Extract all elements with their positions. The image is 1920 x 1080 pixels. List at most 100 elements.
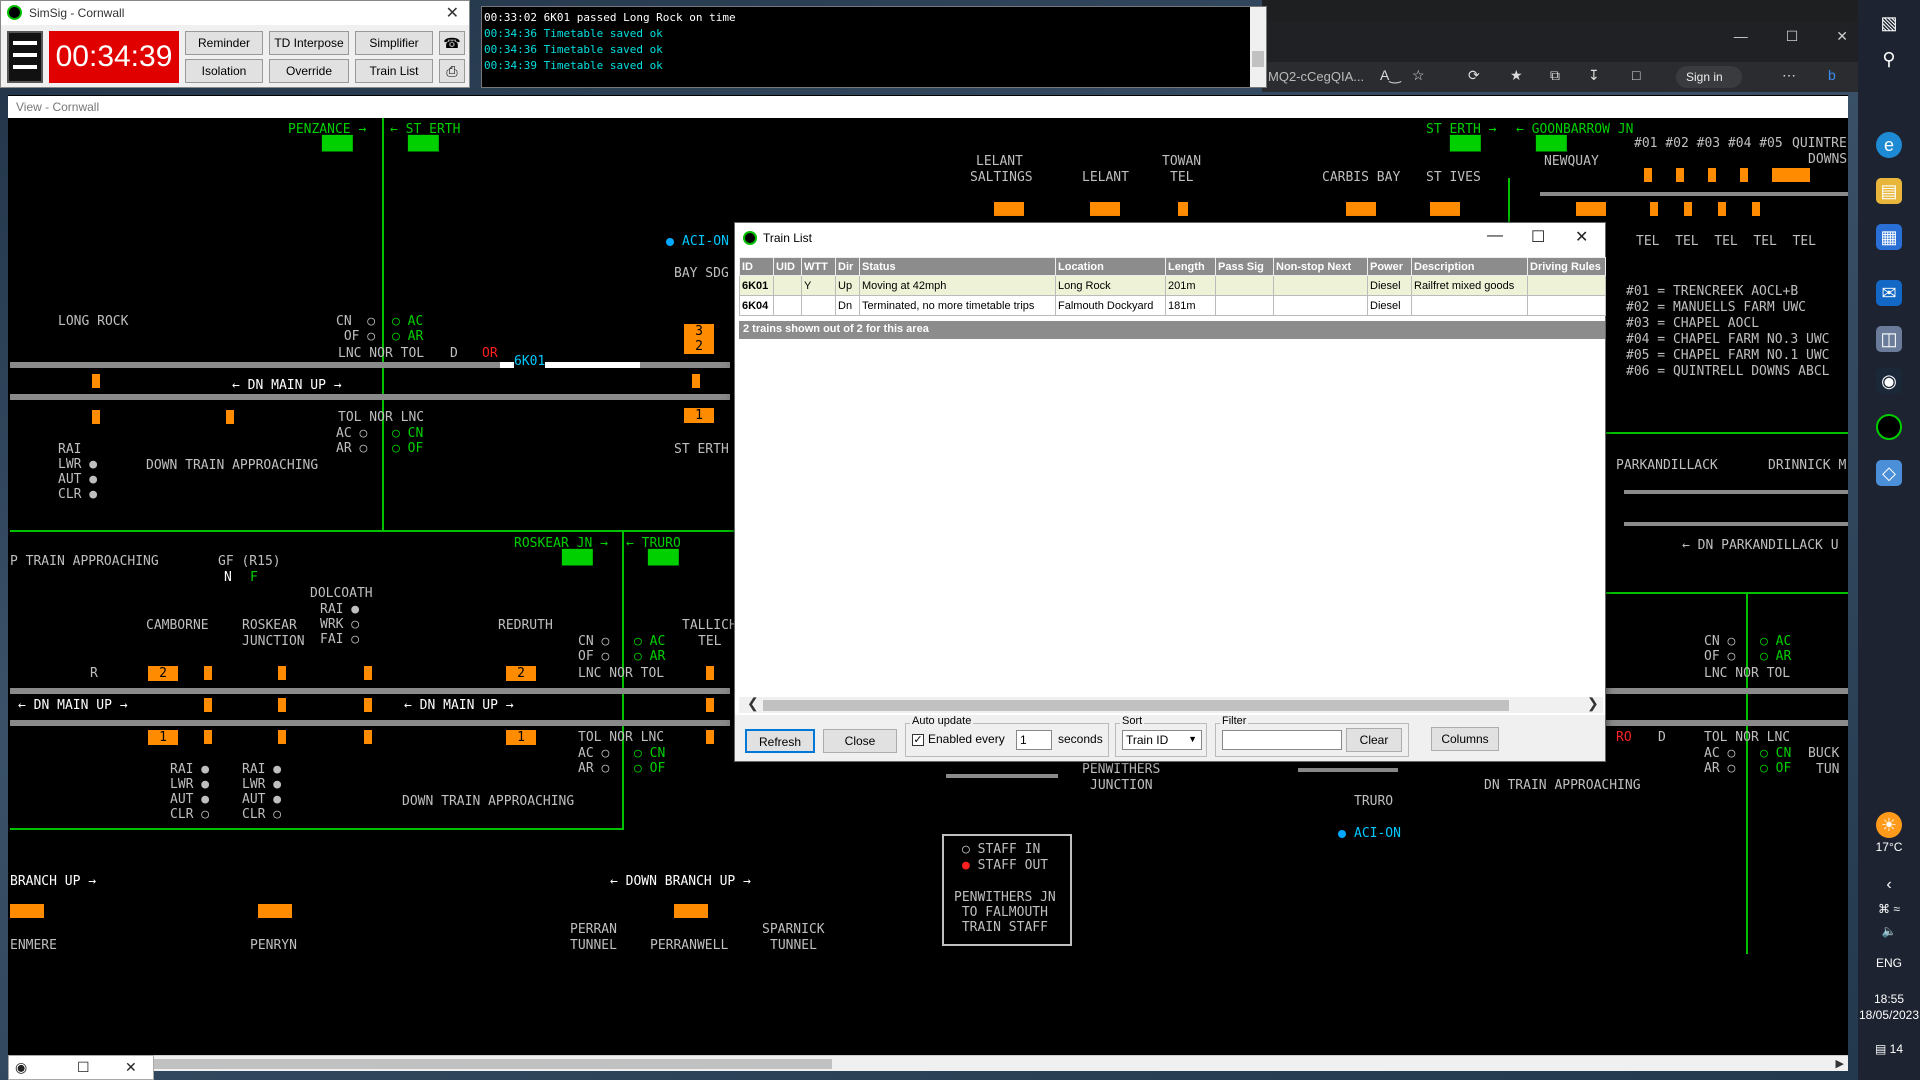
column-header[interactable]: Pass Sig [1215, 257, 1274, 276]
scroll-right-icon[interactable]: ❯ [1587, 695, 1599, 712]
berth[interactable] [204, 698, 212, 712]
cell-driving-rules[interactable] [1527, 275, 1606, 296]
cell-description[interactable] [1411, 295, 1528, 316]
interval-stepper[interactable]: 1 [1016, 730, 1052, 750]
cell-dir[interactable]: Dn [835, 295, 860, 316]
maximize-icon[interactable]: ☐ [1531, 227, 1545, 247]
view-horizontal-scrollbar[interactable]: ▶ [10, 1055, 1848, 1071]
berth[interactable] [1676, 168, 1684, 182]
train-table[interactable]: ID UID WTT Dir Status Location Length Pa… [739, 257, 1606, 316]
column-header[interactable]: Length [1165, 257, 1216, 276]
reminder-button[interactable]: Reminder [185, 31, 263, 55]
bing-icon[interactable]: b [1828, 67, 1836, 83]
scroll-left-icon[interactable]: ❮ [747, 695, 759, 712]
column-header[interactable]: Status [859, 257, 1056, 276]
cell-location[interactable]: Falmouth Dockyard [1055, 295, 1166, 316]
cell-id[interactable]: 6K01 [739, 275, 774, 296]
steam-icon[interactable]: ◉ [1876, 368, 1902, 394]
scroll-thumb[interactable] [1252, 51, 1264, 67]
berth[interactable] [1772, 168, 1780, 182]
cell-power[interactable]: Diesel [1367, 275, 1412, 296]
columns-button[interactable]: Columns [1431, 727, 1499, 751]
berth-2[interactable]: 2 [148, 666, 178, 681]
clear-button[interactable]: Clear [1346, 728, 1402, 752]
chevron-up-icon[interactable]: ‹ [1858, 876, 1920, 894]
berth[interactable] [1576, 202, 1606, 216]
close-icon[interactable]: ✕ [1575, 227, 1588, 247]
berth[interactable] [204, 666, 212, 680]
column-header[interactable]: UID [773, 257, 802, 276]
berth[interactable] [1776, 168, 1810, 182]
browser-address-bar[interactable]: MQ2-cCegQIA... A‿ ☆ ⟳ ★ ⧉ ↧ □ Sign in ⋯ … [1262, 62, 1858, 92]
volume-icon[interactable]: 🔈 [1858, 924, 1920, 938]
berth[interactable] [1178, 202, 1188, 216]
close-button[interactable]: Close [823, 729, 897, 753]
cell-wtt[interactable]: Y [801, 275, 836, 296]
isolation-button[interactable]: Isolation [185, 59, 263, 83]
clock-date[interactable]: 18/05/2023 [1858, 1008, 1920, 1022]
column-header[interactable]: Driving Rules [1527, 257, 1606, 276]
close-icon[interactable]: ✕ [1836, 28, 1848, 44]
berth[interactable] [10, 904, 44, 918]
windows-start-icon[interactable]: ▧ [1876, 10, 1902, 36]
cell-power[interactable]: Diesel [1367, 295, 1412, 316]
simsig-icon[interactable] [1876, 414, 1902, 440]
berth[interactable] [706, 730, 714, 744]
minimize-icon[interactable]: — [1734, 28, 1748, 44]
berth-3-2[interactable]: 32 [684, 324, 714, 354]
berth[interactable] [204, 730, 212, 744]
minimize-icon[interactable]: — [1487, 227, 1503, 245]
td-interpose-button[interactable]: TD Interpose [269, 31, 349, 55]
cell-description[interactable]: Railfret mixed goods [1411, 275, 1528, 296]
app-icon[interactable]: ◫ [1876, 326, 1902, 352]
column-header[interactable]: ID [739, 257, 774, 276]
message-log[interactable]: 00:33:02 6K01 passed Long Rock on time 0… [481, 6, 1267, 88]
filter-input[interactable] [1222, 730, 1342, 750]
read-aloud-icon[interactable]: A‿ [1380, 67, 1401, 84]
column-header[interactable]: Description [1411, 257, 1528, 276]
favorites-icon[interactable]: ★ [1510, 67, 1523, 84]
favorite-icon[interactable]: ☆ [1412, 67, 1425, 84]
berth[interactable] [692, 374, 700, 388]
berth[interactable] [92, 410, 100, 424]
log-scrollbar[interactable] [1250, 7, 1266, 87]
berth[interactable] [92, 374, 100, 388]
berth[interactable] [364, 666, 372, 680]
menu-icon[interactable] [7, 31, 43, 83]
cell-length[interactable]: 181m [1165, 295, 1216, 316]
berth[interactable] [364, 698, 372, 712]
simplifier-button[interactable]: Simplifier [355, 31, 433, 55]
app2-icon[interactable]: ◇ [1876, 460, 1902, 486]
cell-driving-rules[interactable] [1527, 295, 1606, 316]
file-explorer-icon[interactable]: ▤ [1876, 178, 1902, 204]
store-icon[interactable]: ▦ [1876, 224, 1902, 250]
sort-select[interactable]: Train ID ▼ [1122, 730, 1202, 750]
table-horizontal-scrollbar[interactable]: ❮ ❯ [739, 695, 1603, 713]
override-button[interactable]: Override [269, 59, 349, 83]
weather-icon[interactable]: ☀ [1876, 812, 1902, 838]
cell-wtt[interactable] [801, 295, 836, 316]
berth[interactable] [226, 410, 234, 424]
extensions-icon[interactable]: □ [1632, 67, 1640, 83]
berth[interactable] [278, 698, 286, 712]
cell-uid[interactable] [773, 295, 802, 316]
refresh-button[interactable]: Refresh [745, 729, 815, 753]
cell-length[interactable]: 201m [1165, 275, 1216, 296]
berth-1[interactable]: 1 [148, 730, 178, 745]
berth[interactable] [1752, 202, 1760, 216]
scroll-thumb[interactable] [763, 700, 1509, 711]
cell-non-stop[interactable] [1273, 275, 1368, 296]
cell-pass-sig[interactable] [1215, 275, 1274, 296]
notification-icon[interactable]: ▤ 14 [1858, 1042, 1920, 1056]
sim-clock[interactable]: 00:34:39 [49, 31, 179, 83]
table-row[interactable]: 6K01 Y Up Moving at 42mph Long Rock 201m… [739, 275, 1606, 296]
download-icon[interactable]: ↧ [1588, 67, 1600, 84]
column-header[interactable]: Non-stop Next [1273, 257, 1368, 276]
cell-pass-sig[interactable] [1215, 295, 1274, 316]
cell-status[interactable]: Terminated, no more timetable trips [859, 295, 1056, 316]
close-icon[interactable]: ✕ [446, 3, 459, 23]
berth-1[interactable]: 1 [684, 408, 714, 423]
edge-icon[interactable]: e [1876, 132, 1902, 158]
train-id-6k01[interactable]: 6K01 [514, 354, 546, 369]
close-icon[interactable]: ✕ [125, 1059, 137, 1076]
